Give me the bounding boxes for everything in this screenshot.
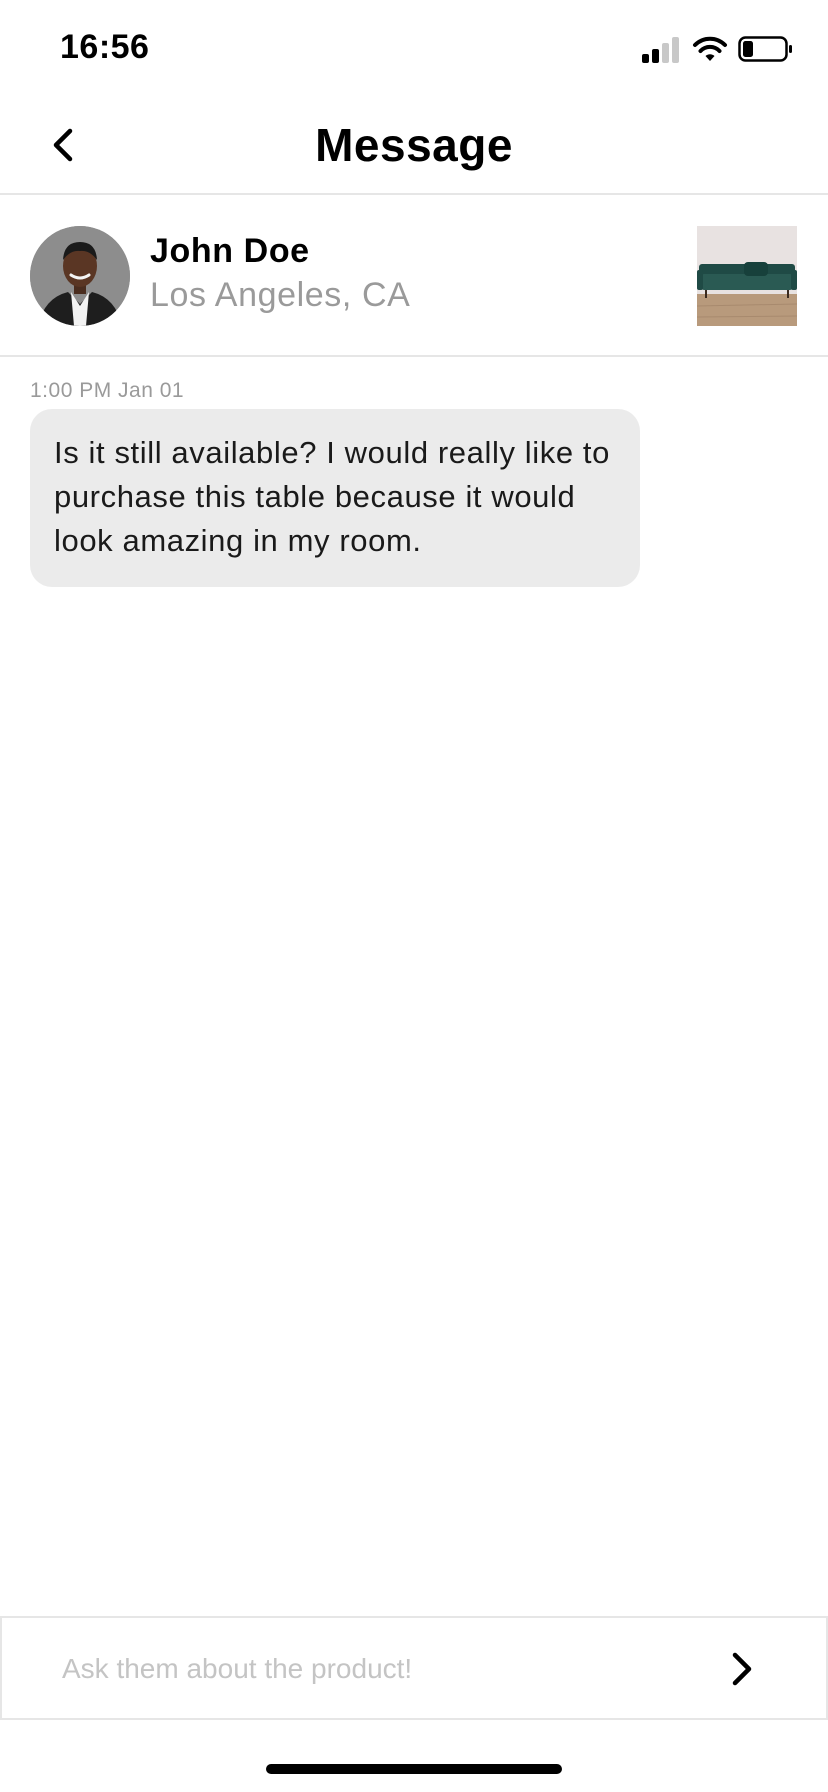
nav-bar: Message xyxy=(0,100,828,195)
battery-icon xyxy=(738,36,792,62)
message-input[interactable] xyxy=(62,1644,662,1694)
wifi-icon xyxy=(693,36,727,61)
seller-name: John Doe xyxy=(150,232,310,270)
chevron-right-icon xyxy=(732,1652,752,1686)
home-indicator xyxy=(266,1764,562,1774)
page-title: Message xyxy=(315,119,513,171)
seller-header: John Doe Los Angeles, CA xyxy=(0,197,828,357)
status-icons xyxy=(642,34,794,64)
status-time: 16:56 xyxy=(60,28,150,66)
avatar[interactable] xyxy=(30,226,130,326)
cellular-signal-icon xyxy=(642,35,682,63)
message-bubble: Is it still available? I would really li… xyxy=(30,409,640,587)
message-timestamp: 1:00 PM Jan 01 xyxy=(30,379,185,402)
status-bar: 16:56 xyxy=(0,0,828,100)
sofa-image xyxy=(697,226,797,326)
send-button[interactable] xyxy=(717,1644,767,1694)
message-screen: 16:56 Message John Doe Los Angeles, CA 1… xyxy=(0,0,828,1792)
seller-photo xyxy=(30,226,130,326)
composer-bar xyxy=(0,1616,828,1720)
seller-location: Los Angeles, CA xyxy=(150,276,411,314)
message-list[interactable]: 1:00 PM Jan 01 Is it still available? I … xyxy=(0,359,828,1614)
product-thumbnail[interactable] xyxy=(697,226,797,326)
